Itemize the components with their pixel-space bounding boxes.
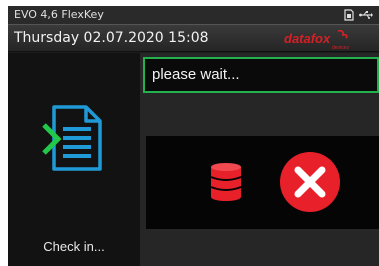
check-in-label: Check in...	[43, 239, 105, 254]
check-in-document-icon	[42, 105, 104, 176]
terminal-screen: EVO 4,6 FlexKey Thursday 02.07.2020 15:0…	[8, 6, 379, 266]
status-bar: EVO 4,6 FlexKey	[8, 6, 379, 24]
logo-text: datafox	[284, 31, 331, 46]
date-bar: Thursday 02.07.2020 15:08 datafox device…	[8, 24, 379, 52]
check-in-panel[interactable]: Check in...	[8, 53, 140, 266]
logo-subtext: devices	[332, 45, 349, 51]
datafox-logo: datafox devices	[280, 29, 370, 51]
status-message: please wait...	[143, 57, 379, 93]
error-x-icon	[279, 151, 341, 218]
result-box	[146, 136, 379, 229]
device-title: EVO 4,6 FlexKey	[14, 8, 104, 21]
status-icons	[343, 8, 373, 22]
database-icon	[210, 163, 242, 206]
date-time: Thursday 02.07.2020 15:08	[14, 30, 209, 46]
sim-card-icon	[343, 9, 355, 21]
usb-icon	[359, 10, 373, 20]
status-panel: please wait...	[140, 53, 379, 266]
